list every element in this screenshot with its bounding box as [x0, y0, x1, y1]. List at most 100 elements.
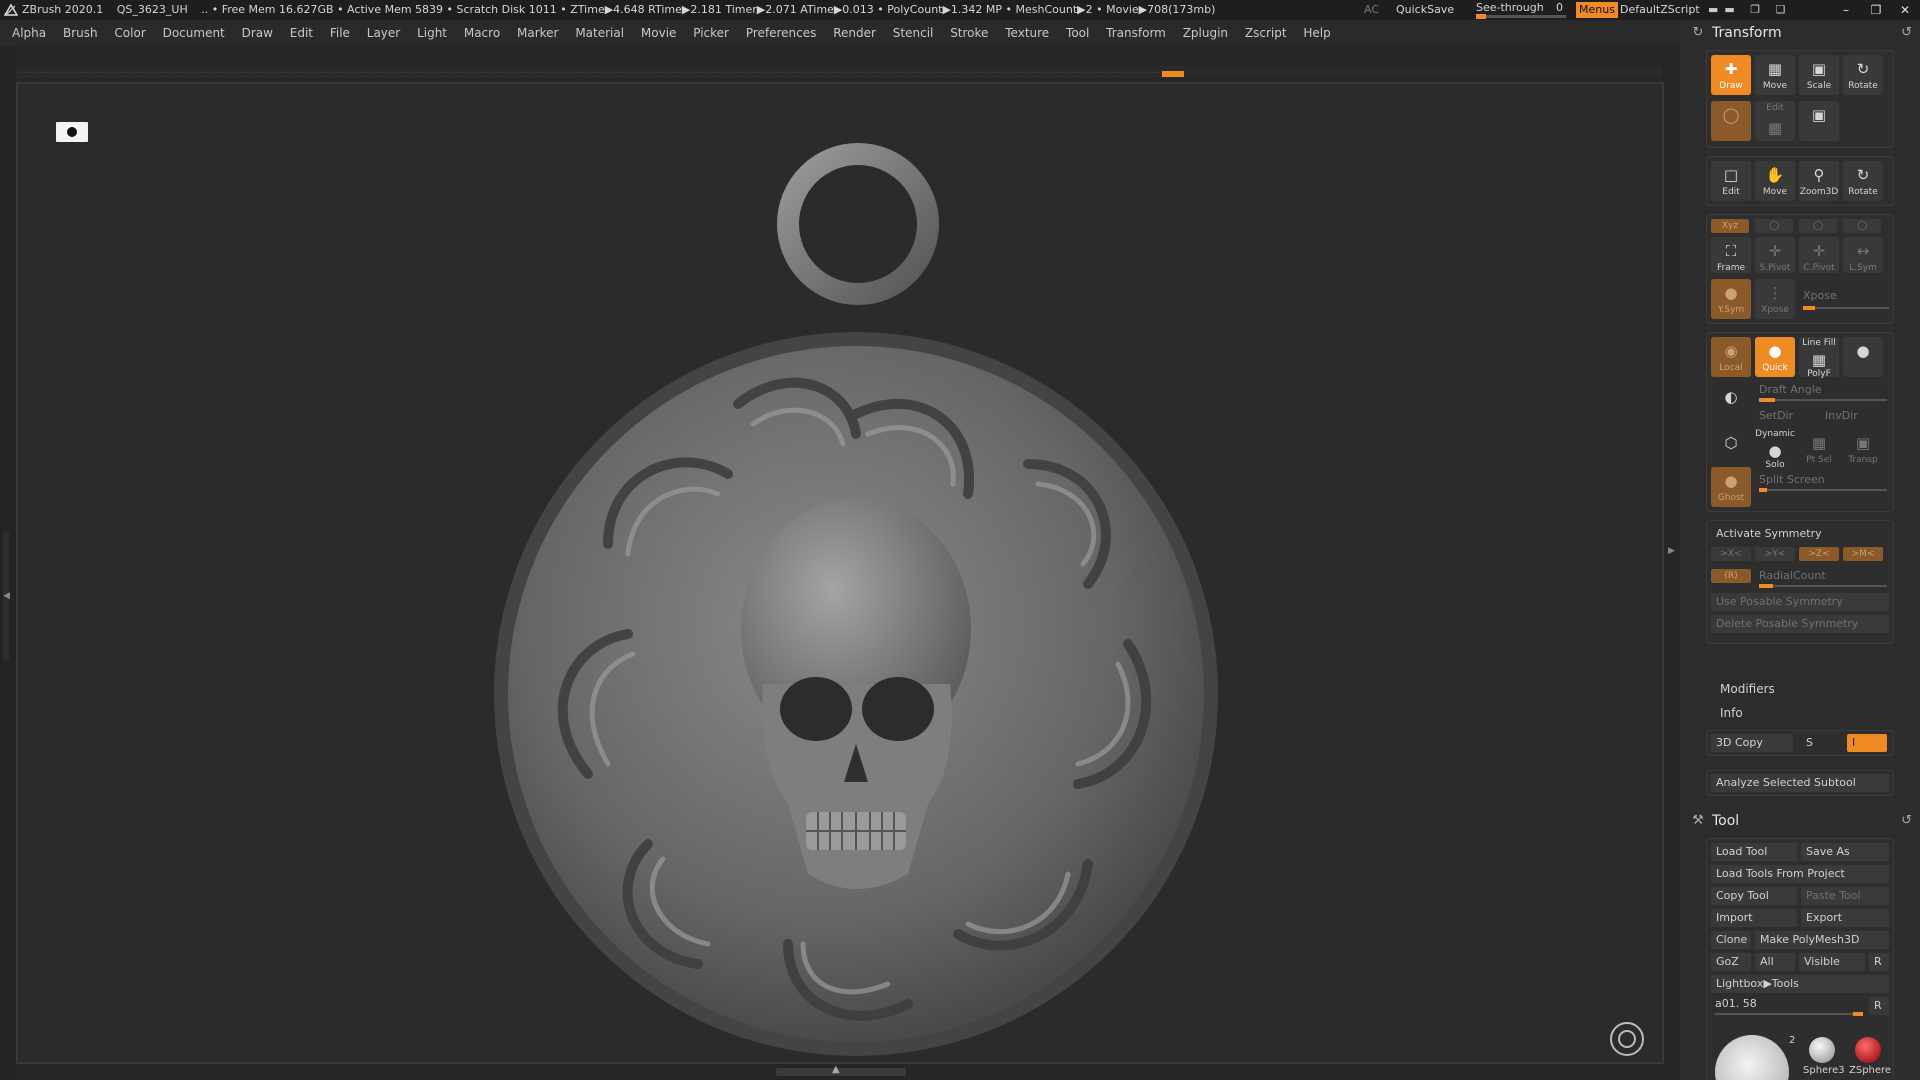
ac-label[interactable]: AC	[1364, 0, 1379, 20]
menu-help[interactable]: Help	[1303, 26, 1330, 40]
cube-toggle[interactable]: ⬡	[1711, 429, 1751, 469]
document-canvas[interactable]	[16, 82, 1664, 1064]
radial-r-button[interactable]: (R)	[1711, 569, 1751, 583]
paste-tool-button[interactable]: Paste Tool	[1801, 887, 1889, 905]
close-icon[interactable]: ✕	[1893, 0, 1917, 20]
activate-symmetry-button[interactable]: Activate Symmetry	[1711, 525, 1889, 543]
selection-indicator-icon[interactable]	[56, 122, 88, 142]
layout-icons[interactable]: ▬▬ ❐ ❏	[1708, 0, 1792, 20]
menu-marker[interactable]: Marker	[517, 26, 558, 40]
tray-arrow-icon[interactable]: ◀	[3, 591, 10, 601]
modifiers-button[interactable]: Modifiers	[1720, 682, 1775, 696]
sphere3-thumbnail[interactable]	[1809, 1037, 1835, 1063]
current-tool-thumbnail[interactable]	[1715, 1035, 1789, 1080]
menu-preferences[interactable]: Preferences	[746, 26, 817, 40]
menu-transform[interactable]: Transform	[1106, 26, 1166, 40]
menu-light[interactable]: Light	[417, 26, 447, 40]
frame-button[interactable]: ⛶ Frame	[1711, 237, 1751, 273]
spivot-button[interactable]: ✛ S.Pivot	[1755, 237, 1795, 273]
minimize-icon[interactable]: –	[1834, 0, 1858, 20]
navigation-gizmo-icon[interactable]	[1610, 1022, 1644, 1056]
s-toggle[interactable]: S	[1801, 734, 1841, 752]
use-posable-symmetry-button[interactable]: Use Posable Symmetry	[1711, 593, 1889, 611]
transp-button[interactable]: ▣ Transp	[1843, 429, 1883, 469]
goz-all-button[interactable]: All	[1755, 953, 1795, 971]
ysym-button[interactable]: ● Y.Sym	[1711, 279, 1751, 319]
scale-button[interactable]: ▣ Scale	[1799, 55, 1839, 95]
xyz-button[interactable]: Xyz	[1711, 219, 1749, 233]
tool-r-button[interactable]: R	[1869, 997, 1889, 1015]
sym-x-button[interactable]: >X<	[1711, 547, 1751, 561]
lsym-button[interactable]: ↔ L.Sym	[1843, 237, 1883, 273]
goz-r-button[interactable]: R	[1869, 953, 1889, 971]
transform-header[interactable]: ↻ Transform ↺	[1688, 20, 1912, 46]
restore-icon[interactable]: ❐	[1864, 0, 1888, 20]
quicksave-button[interactable]: QuickSave	[1396, 0, 1454, 20]
load-tool-button[interactable]: Load Tool	[1711, 843, 1797, 861]
tool-header[interactable]: ⚒ Tool ↺	[1688, 808, 1912, 834]
axis-z-chip[interactable]: ◯	[1799, 219, 1837, 233]
radial-count-slider[interactable]	[1759, 584, 1887, 588]
sym-y-button[interactable]: >Y<	[1755, 547, 1795, 561]
delete-posable-symmetry-button[interactable]: Delete Posable Symmetry	[1711, 615, 1889, 633]
sym-z-button[interactable]: >Z<	[1799, 547, 1839, 561]
import-button[interactable]: Import	[1711, 909, 1797, 927]
default-zscript-button[interactable]: DefaultZScript	[1620, 0, 1700, 20]
menu-alpha[interactable]: Alpha	[12, 26, 46, 40]
setdir-button[interactable]: SetDir	[1759, 409, 1793, 422]
menu-brush[interactable]: Brush	[63, 26, 98, 40]
edit-button[interactable]: Edit ▦	[1755, 101, 1795, 141]
load-from-project-button[interactable]: Load Tools From Project	[1711, 865, 1889, 883]
menu-document[interactable]: Document	[163, 26, 225, 40]
solo-button[interactable]: Dynamic ● Solo	[1755, 429, 1795, 470]
menus-toggle[interactable]: Menus	[1576, 2, 1618, 18]
menu-zscript[interactable]: Zscript	[1245, 26, 1287, 40]
seethrough-thumb[interactable]	[1476, 14, 1486, 19]
menu-color[interactable]: Color	[114, 26, 145, 40]
info-button[interactable]: Info	[1720, 706, 1743, 720]
nav-move-button[interactable]: ✋ Move	[1755, 161, 1795, 201]
edit-mode-button[interactable]: ◯	[1711, 101, 1751, 141]
left-tray[interactable]: ◀	[0, 46, 16, 1080]
lightbox-tools-button[interactable]: Lightbox▶Tools	[1711, 975, 1889, 993]
cpivot-button[interactable]: ✛ C.Pivot	[1799, 237, 1839, 273]
i-toggle[interactable]: I	[1847, 734, 1887, 752]
zoom3d-button[interactable]: ⚲ Zoom3D	[1799, 161, 1839, 201]
snapshot-button[interactable]: ▣	[1799, 101, 1839, 141]
clone-button[interactable]: Clone	[1711, 931, 1751, 949]
save-as-button[interactable]: Save As	[1801, 843, 1889, 861]
goz-button[interactable]: GoZ	[1711, 953, 1751, 971]
bottom-tray-handle[interactable]: ▲	[776, 1064, 906, 1076]
make-polymesh-button[interactable]: Make PolyMesh3D	[1755, 931, 1889, 949]
copy-tool-button[interactable]: Copy Tool	[1711, 887, 1797, 905]
sphere-preview-button[interactable]: ●	[1843, 337, 1883, 377]
menu-render[interactable]: Render	[833, 26, 876, 40]
right-tray-separator[interactable]: ▶	[1664, 46, 1680, 1080]
axis-w-chip[interactable]: ◯	[1843, 219, 1881, 233]
menu-edit[interactable]: Edit	[290, 26, 313, 40]
export-button[interactable]: Export	[1801, 909, 1889, 927]
menu-draw[interactable]: Draw	[242, 26, 273, 40]
menu-texture[interactable]: Texture	[1005, 26, 1049, 40]
split-screen-slider[interactable]	[1759, 488, 1887, 492]
ptsel-button[interactable]: ▦ Pt Sel	[1799, 429, 1839, 469]
menu-picker[interactable]: Picker	[693, 26, 729, 40]
draft-toggle[interactable]: ◐	[1711, 383, 1751, 423]
local-button[interactable]: ◉ Local	[1711, 337, 1751, 377]
pendant-model[interactable]	[18, 84, 1664, 1064]
nav-rotate-button[interactable]: ↻ Rotate	[1843, 161, 1883, 201]
copy3d-button[interactable]: 3D Copy	[1711, 734, 1793, 752]
xpose-icon-button[interactable]: ⋮ Xpose	[1755, 279, 1795, 319]
draw-button[interactable]: ✚ Draw	[1711, 55, 1751, 95]
invdir-button[interactable]: InvDir	[1825, 409, 1858, 422]
sym-m-button[interactable]: >M<	[1843, 547, 1883, 561]
axis-y-chip[interactable]: ◯	[1755, 219, 1793, 233]
polyf-button[interactable]: Line Fill ▦ PolyF	[1799, 337, 1839, 379]
menu-file[interactable]: File	[330, 26, 350, 40]
rotate-button[interactable]: ↻ Rotate	[1843, 55, 1883, 95]
menu-movie[interactable]: Movie	[641, 26, 677, 40]
xpose-slider[interactable]	[1803, 306, 1889, 310]
tool-reset-icon[interactable]: ↺	[1901, 808, 1912, 834]
nav-edit-button[interactable]: □ Edit	[1711, 161, 1751, 201]
move-button[interactable]: ▦ Move	[1755, 55, 1795, 95]
